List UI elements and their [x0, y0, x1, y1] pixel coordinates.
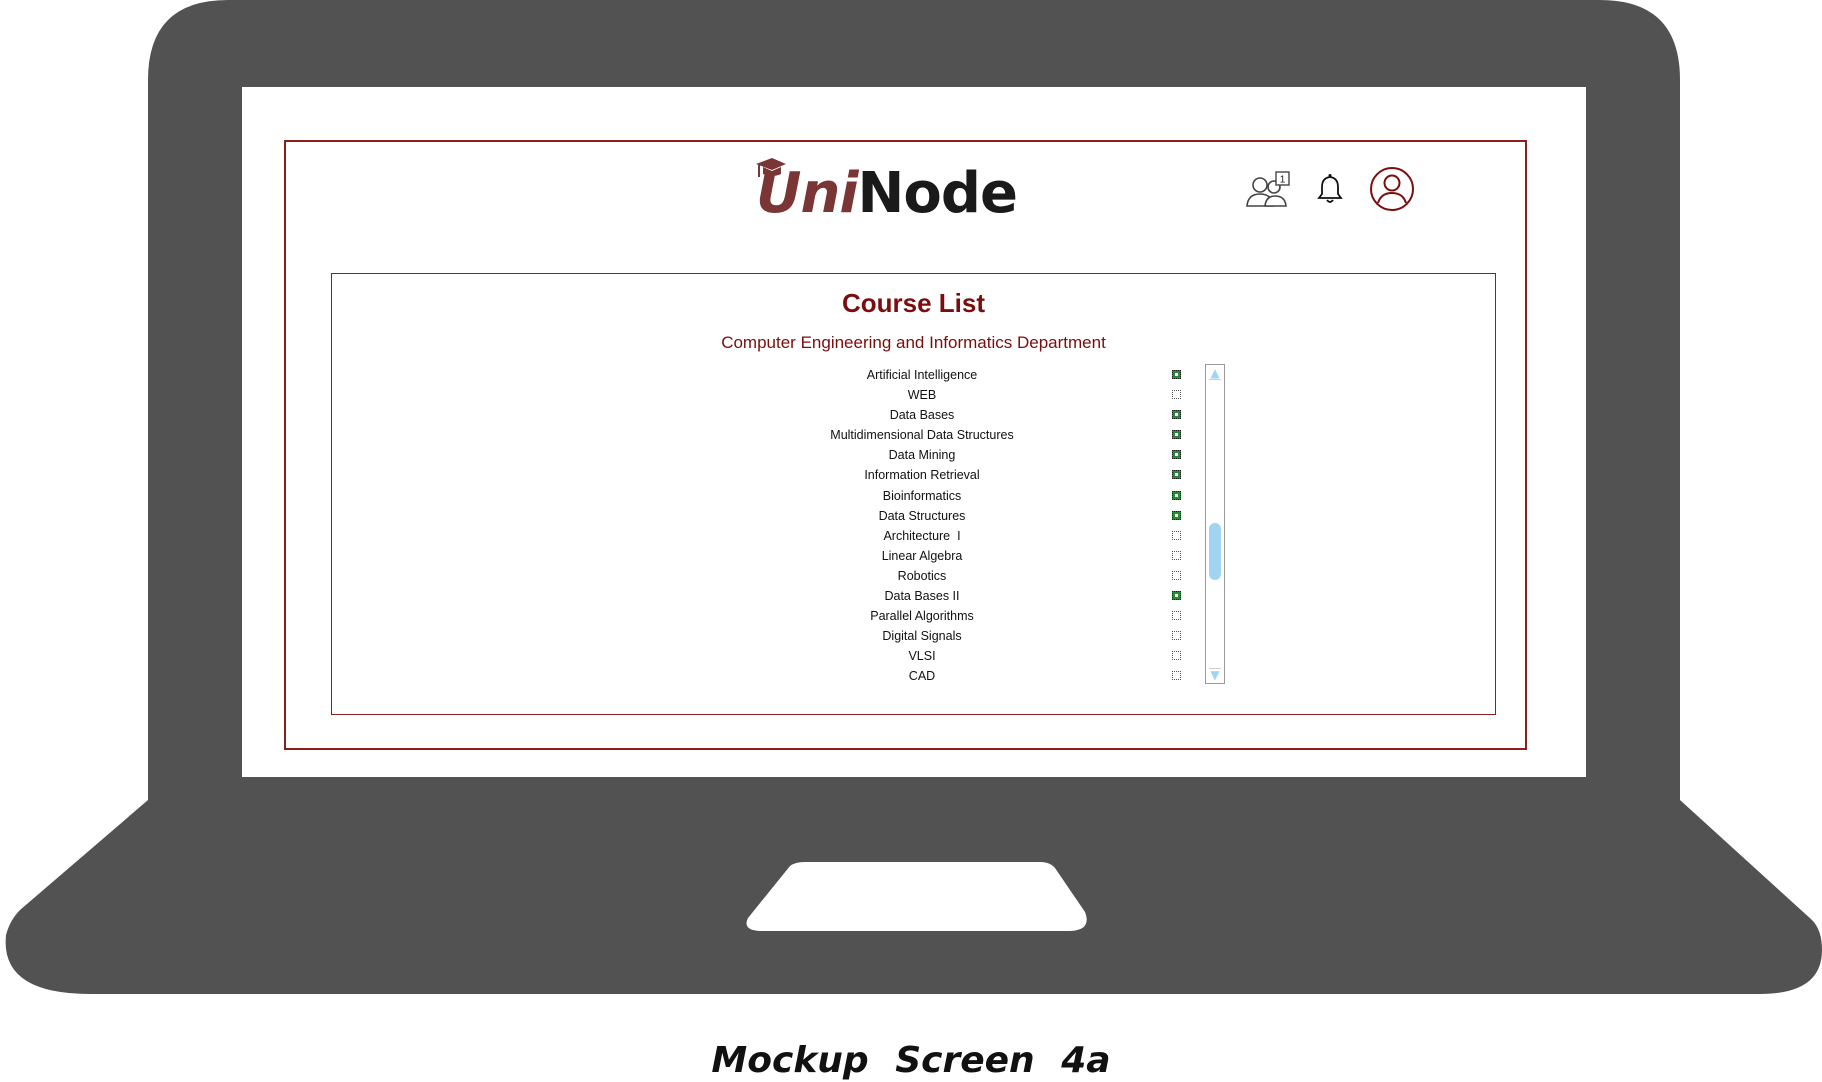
course-checkbox[interactable]	[1172, 550, 1181, 560]
course-name: Data Mining	[888, 448, 956, 463]
bell-icon	[1317, 174, 1343, 203]
notifications-button[interactable]	[1315, 172, 1345, 211]
course-row: Digital Signals	[772, 627, 1181, 647]
course-name: Architecture I	[883, 528, 961, 543]
logo-text: UniNode	[756, 166, 1018, 222]
course-name: Bioinformatics	[882, 488, 962, 503]
course-checkbox[interactable]	[1172, 530, 1181, 540]
page-title: Course List	[841, 288, 986, 318]
course-checkbox[interactable]	[1172, 390, 1181, 400]
friends-button[interactable]: 1	[1245, 170, 1293, 215]
course-row: Data Bases	[772, 406, 1181, 426]
course-name: WEB	[907, 388, 937, 403]
course-row: Architecture I	[772, 527, 1181, 547]
profile-button[interactable]	[1369, 166, 1415, 217]
course-name: Data Bases II	[884, 589, 960, 604]
laptop-screen: UniNode 1 Course List Computer Engineeri…	[242, 87, 1586, 777]
course-row: WEB	[772, 386, 1181, 406]
mockup-caption: Mockup Screen 4a	[711, 1040, 1111, 1081]
course-row: Data Bases II	[772, 587, 1181, 607]
course-checkbox[interactable]	[1172, 671, 1181, 681]
course-row: Data Structures	[772, 507, 1181, 527]
scroll-down-button[interactable]: ▼	[1209, 668, 1221, 681]
logo-node: Node	[857, 161, 1018, 226]
user-profile-icon	[1370, 167, 1414, 211]
logo-uni: Uni	[756, 161, 859, 226]
uninode-logo[interactable]: UniNode	[746, 156, 1018, 222]
course-row: Information Retrieval	[772, 466, 1181, 486]
department-subtitle: Computer Engineering and Informatics Dep…	[721, 333, 1106, 352]
course-row: VLSI	[772, 647, 1181, 667]
course-checkbox[interactable]	[1172, 410, 1181, 420]
friends-badge: 1	[1280, 175, 1286, 186]
course-name: Information Retrieval	[864, 468, 980, 483]
course-checkbox[interactable]	[1172, 570, 1181, 580]
course-row: Parallel Algorithms	[772, 607, 1181, 627]
course-row: Multidimensional Data Structures	[772, 426, 1181, 446]
course-checkbox[interactable]	[1172, 490, 1181, 500]
scroll-up-button[interactable]: ▲	[1209, 367, 1221, 380]
course-checkbox[interactable]	[1172, 470, 1181, 480]
course-checkbox[interactable]	[1172, 591, 1181, 601]
laptop-trackpad	[746, 862, 1087, 931]
course-name: Data Bases	[889, 408, 955, 423]
course-row: CAD	[772, 667, 1181, 687]
course-checkbox[interactable]	[1172, 370, 1181, 379]
app-window: UniNode 1 Course List Computer Engineeri…	[284, 140, 1527, 750]
course-list-panel: Course List Computer Engineering and Inf…	[331, 273, 1496, 715]
course-checkbox[interactable]	[1172, 611, 1181, 621]
friends-icon: 1	[1246, 171, 1290, 207]
header-icons: 1	[1245, 167, 1415, 218]
course-list-scrollbar[interactable]: ▲ ▼	[1205, 364, 1225, 684]
course-name: Artificial Intelligence	[866, 368, 978, 382]
course-checkbox[interactable]	[1172, 631, 1181, 641]
course-checkbox[interactable]	[1172, 510, 1181, 520]
course-name: Digital Signals	[882, 629, 962, 644]
course-name: Parallel Algorithms	[870, 609, 974, 624]
course-row: Artificial Intelligence	[772, 366, 1181, 386]
course-name: Multidimensional Data Structures	[830, 428, 1014, 443]
course-name: VLSI	[908, 649, 936, 664]
course-checkbox[interactable]	[1172, 450, 1181, 460]
course-checkbox[interactable]	[1172, 430, 1181, 440]
course-name: CAD	[908, 669, 936, 684]
course-row: Data Mining	[772, 446, 1181, 466]
course-row: Linear Algebra	[772, 547, 1181, 567]
course-name: Robotics	[897, 568, 947, 583]
scroll-thumb[interactable]	[1209, 523, 1221, 580]
course-list: Artificial Intelligence WEB Data Bases Mult…	[772, 366, 1181, 688]
course-name: Linear Algebra	[881, 548, 963, 563]
course-name: Data Structures	[878, 508, 966, 523]
course-row: Robotics	[772, 567, 1181, 587]
course-checkbox[interactable]	[1172, 651, 1181, 661]
course-row: Bioinformatics	[772, 487, 1181, 507]
